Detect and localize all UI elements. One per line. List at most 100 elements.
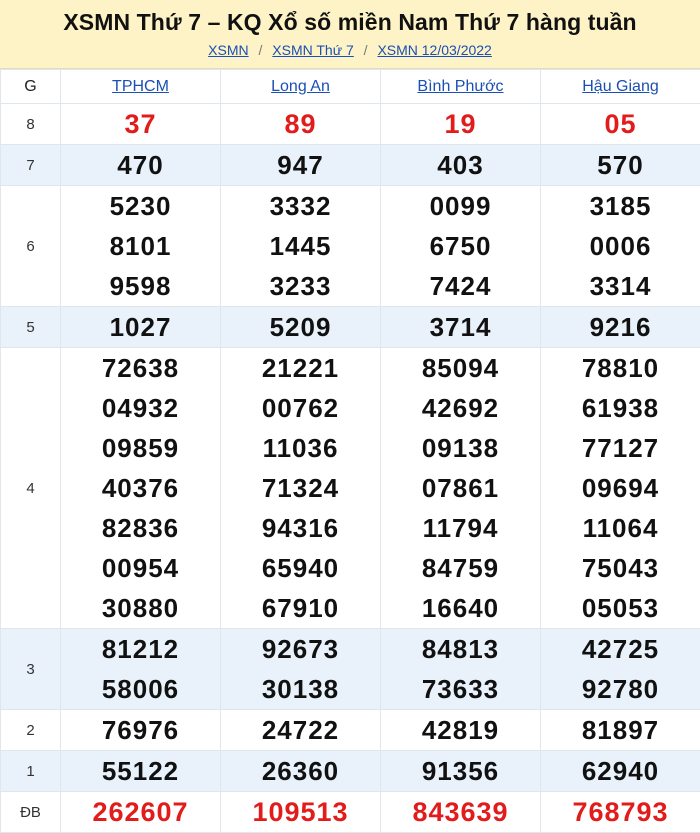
prize-label: 8	[1, 104, 61, 145]
result-number: 91356	[381, 751, 540, 791]
result-number: 16640	[381, 588, 540, 628]
result-number: 7424	[381, 266, 540, 306]
result-number: 00762	[221, 388, 380, 428]
table-row: 4726380493209859403768283600954308802122…	[1, 348, 700, 629]
result-number: 843639	[381, 792, 540, 832]
result-cell: 109513	[221, 792, 381, 833]
result-cell: 19	[381, 104, 541, 145]
result-cell: 8121258006	[61, 629, 221, 710]
result-number: 04932	[61, 388, 220, 428]
province-header-long-an: Long An	[221, 70, 381, 104]
prize-label: 6	[1, 186, 61, 307]
result-number: 570	[541, 145, 700, 185]
result-number: 78810	[541, 348, 700, 388]
result-number: 9216	[541, 307, 700, 347]
table-row: 6523081019598333214453233009967507424318…	[1, 186, 700, 307]
table-row: 837891905	[1, 104, 700, 145]
result-number: 3185	[541, 186, 700, 226]
result-cell: 523081019598	[61, 186, 221, 307]
result-cell: 947	[221, 145, 381, 186]
result-cell: 81897	[541, 710, 700, 751]
result-number: 109513	[221, 792, 380, 832]
result-number: 71324	[221, 468, 380, 508]
result-number: 6750	[381, 226, 540, 266]
result-cell: 9216	[541, 307, 700, 348]
result-cell: 3714	[381, 307, 541, 348]
results-body: 8378919057470947403570652308101959833321…	[1, 104, 700, 833]
result-cell: 89	[221, 104, 381, 145]
breadcrumb-xsmn-date[interactable]: XSMN 12/03/2022	[377, 42, 491, 58]
result-number: 19	[381, 104, 540, 144]
result-cell: 9267330138	[221, 629, 381, 710]
result-number: 262607	[61, 792, 220, 832]
breadcrumb-separator: /	[364, 42, 368, 58]
prize-column-header: G	[1, 70, 61, 104]
result-number: 5230	[61, 186, 220, 226]
result-number: 09138	[381, 428, 540, 468]
result-number: 76976	[61, 710, 220, 750]
result-number: 65940	[221, 548, 380, 588]
page-header: XSMN Thứ 7 – KQ Xổ số miền Nam Thứ 7 hàn…	[0, 0, 700, 69]
results-table: G TPHCM Long An Bình Phước Hậu Giang 837…	[0, 69, 700, 833]
result-number: 470	[61, 145, 220, 185]
result-number: 9598	[61, 266, 220, 306]
result-number: 42819	[381, 710, 540, 750]
province-header-binh-phuoc: Bình Phước	[381, 70, 541, 104]
result-cell: 37	[61, 104, 221, 145]
table-row: 155122263609135662940	[1, 751, 700, 792]
result-number: 62940	[541, 751, 700, 791]
result-cell: 72638049320985940376828360095430880	[61, 348, 221, 629]
province-link-tphcm[interactable]: TPHCM	[112, 78, 169, 95]
result-number: 37	[61, 104, 220, 144]
table-row: 51027520937149216	[1, 307, 700, 348]
result-number: 94316	[221, 508, 380, 548]
result-number: 72638	[61, 348, 220, 388]
result-number: 75043	[541, 548, 700, 588]
result-number: 5209	[221, 307, 380, 347]
result-number: 0006	[541, 226, 700, 266]
result-cell: 843639	[381, 792, 541, 833]
result-cell: 470	[61, 145, 221, 186]
result-cell: 78810619387712709694110647504305053	[541, 348, 700, 629]
result-number: 89	[221, 104, 380, 144]
province-link-long-an[interactable]: Long An	[271, 78, 330, 95]
result-number: 92673	[221, 629, 380, 669]
result-cell: 333214453233	[221, 186, 381, 307]
result-number: 3714	[381, 307, 540, 347]
result-number: 3233	[221, 266, 380, 306]
breadcrumb-xsmn[interactable]: XSMN	[208, 42, 248, 58]
result-cell: 5209	[221, 307, 381, 348]
result-number: 85094	[381, 348, 540, 388]
breadcrumb-separator: /	[259, 42, 263, 58]
result-cell: 8481373633	[381, 629, 541, 710]
result-number: 58006	[61, 669, 220, 709]
result-number: 42692	[381, 388, 540, 428]
result-number: 3332	[221, 186, 380, 226]
result-number: 84759	[381, 548, 540, 588]
table-row: ĐB262607109513843639768793	[1, 792, 700, 833]
result-number: 77127	[541, 428, 700, 468]
result-number: 30880	[61, 588, 220, 628]
result-cell: 55122	[61, 751, 221, 792]
result-cell: 318500063314	[541, 186, 700, 307]
result-cell: 62940	[541, 751, 700, 792]
prize-label: 2	[1, 710, 61, 751]
result-cell: 262607	[61, 792, 221, 833]
table-header-row: G TPHCM Long An Bình Phước Hậu Giang	[1, 70, 700, 104]
result-cell: 24722	[221, 710, 381, 751]
page-title: XSMN Thứ 7 – KQ Xổ số miền Nam Thứ 7 hàn…	[0, 0, 700, 36]
province-link-hau-giang[interactable]: Hậu Giang	[582, 78, 659, 95]
province-header-hau-giang: Hậu Giang	[541, 70, 700, 104]
result-number: 21221	[221, 348, 380, 388]
result-cell: 91356	[381, 751, 541, 792]
result-number: 05	[541, 104, 700, 144]
result-cell: 76976	[61, 710, 221, 751]
result-number: 24722	[221, 710, 380, 750]
table-row: 276976247224281981897	[1, 710, 700, 751]
breadcrumb-xsmn-thu-7[interactable]: XSMN Thứ 7	[272, 42, 353, 58]
result-cell: 4272592780	[541, 629, 700, 710]
result-cell: 85094426920913807861117948475916640	[381, 348, 541, 629]
result-number: 42725	[541, 629, 700, 669]
province-link-binh-phuoc[interactable]: Bình Phước	[417, 78, 503, 95]
result-number: 00954	[61, 548, 220, 588]
